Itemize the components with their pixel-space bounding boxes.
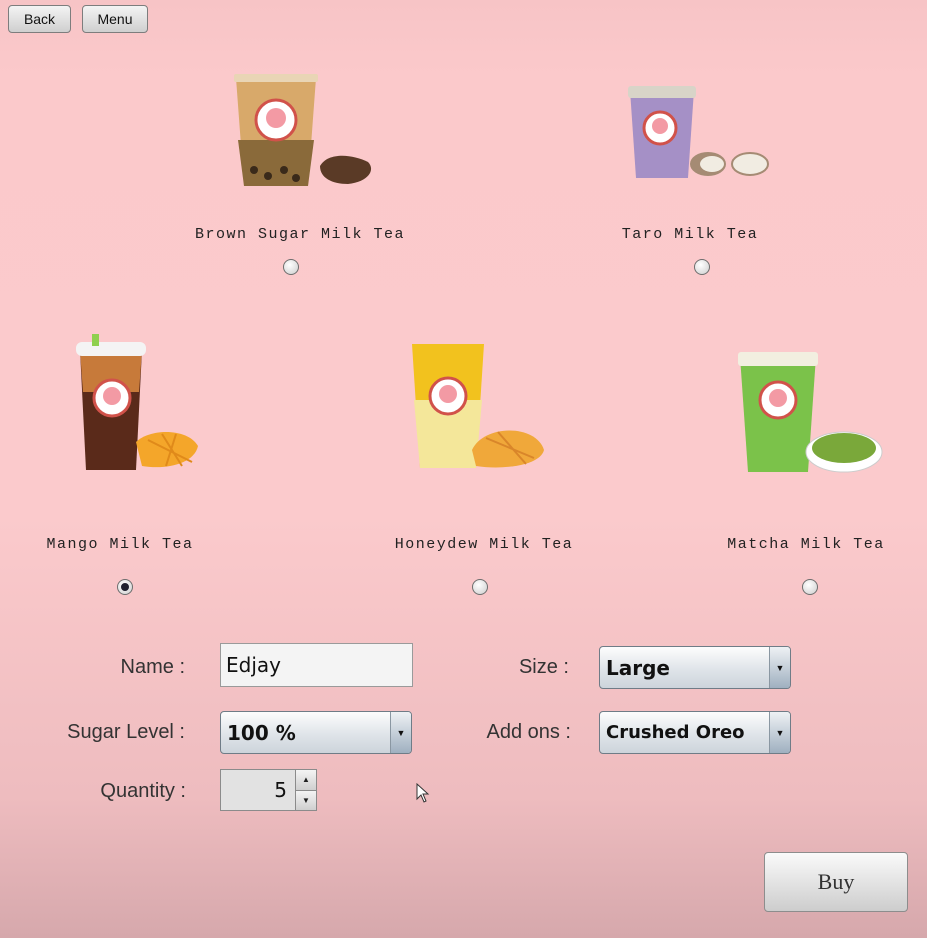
product-label-honeydew: Honeydew Milk Tea — [394, 536, 574, 553]
back-button[interactable]: Back — [8, 5, 71, 33]
radio-matcha[interactable] — [802, 579, 818, 595]
brown-sugar-milk-tea-image — [234, 74, 372, 186]
product-label-mango: Mango Milk Tea — [46, 536, 194, 553]
radio-mango[interactable] — [117, 579, 133, 595]
menu-button[interactable]: Menu — [82, 5, 148, 33]
mango-milk-tea-image — [76, 334, 198, 470]
sugar-level-select[interactable]: 100 % ▼ — [220, 711, 412, 754]
size-selected-value: Large — [606, 655, 670, 680]
sugar-level-label: Sugar Level : — [67, 721, 185, 743]
name-label: Name : — [120, 656, 185, 678]
name-input[interactable]: Edjay — [220, 643, 413, 687]
taro-milk-tea-image — [628, 86, 769, 178]
quantity-stepper[interactable]: 5 ▲ ▼ — [220, 769, 317, 811]
chevron-down-icon[interactable]: ▼ — [769, 712, 790, 753]
add-ons-label: Add ons : — [486, 721, 571, 743]
product-label-matcha: Matcha Milk Tea — [727, 536, 885, 553]
decrement-arrow-icon[interactable]: ▼ — [296, 790, 316, 810]
matcha-milk-tea-image — [738, 352, 883, 473]
mouse-pointer-icon — [416, 783, 430, 803]
buy-button[interactable]: Buy — [764, 852, 908, 912]
radio-taro[interactable] — [694, 259, 710, 275]
product-label-brown-sugar: Brown Sugar Milk Tea — [194, 226, 406, 243]
size-label: Size : — [518, 656, 569, 678]
radio-honeydew[interactable] — [472, 579, 488, 595]
sugar-level-selected-value: 100 % — [227, 720, 296, 745]
size-select[interactable]: Large ▼ — [599, 646, 791, 689]
increment-arrow-icon[interactable]: ▲ — [296, 770, 316, 791]
product-label-taro: Taro Milk Tea — [621, 226, 759, 243]
quantity-label: Quantity : — [100, 780, 186, 802]
honeydew-milk-tea-image — [412, 344, 544, 468]
chevron-down-icon[interactable]: ▼ — [390, 712, 411, 753]
chevron-down-icon[interactable]: ▼ — [769, 647, 790, 688]
quantity-value[interactable]: 5 — [221, 770, 295, 810]
add-ons-selected-value: Crushed Oreo — [606, 722, 745, 743]
radio-brown-sugar[interactable] — [283, 259, 299, 275]
add-ons-select[interactable]: Crushed Oreo ▼ — [599, 711, 791, 754]
